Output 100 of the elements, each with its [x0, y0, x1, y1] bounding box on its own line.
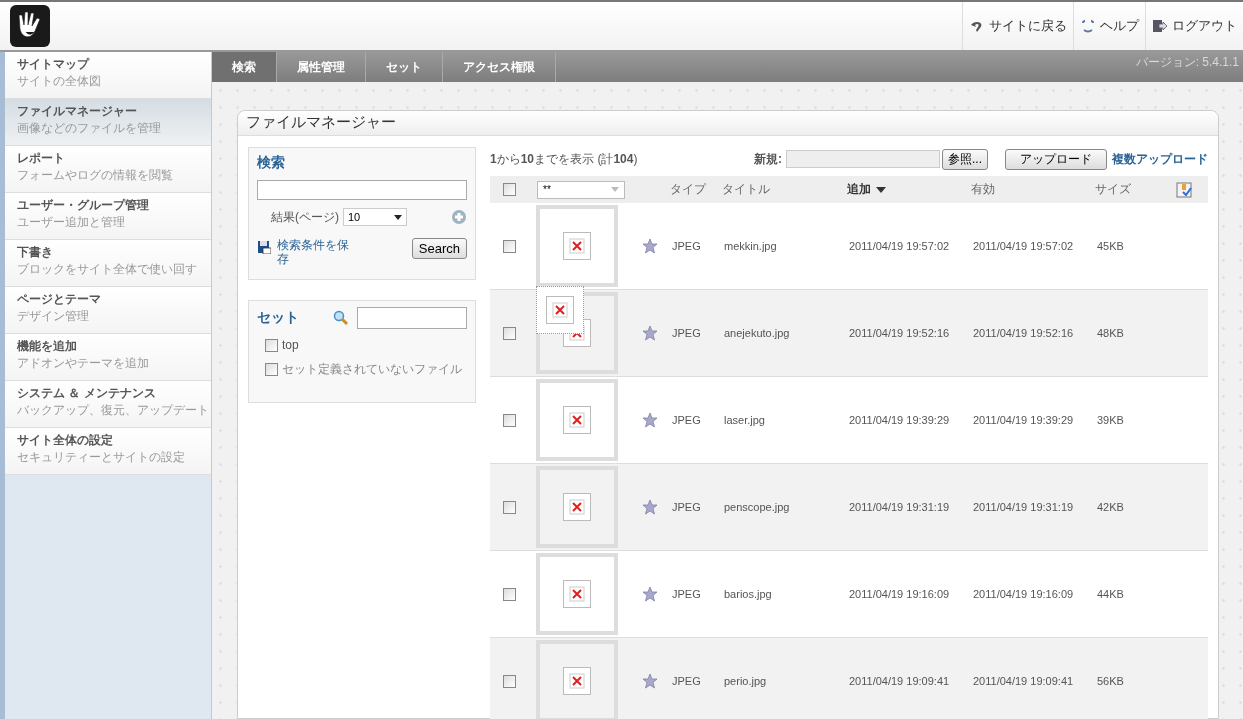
version-label: バージョン: 5.4.1.1	[1135, 54, 1240, 71]
thumbnail-frame[interactable]	[536, 640, 618, 719]
table-row[interactable]: JPEG barios.jpg 2011/04/19 19:16:09 2011/04/19 19:16:09 44KB	[490, 551, 1208, 638]
column-header[interactable]: タイプ	[666, 181, 706, 198]
checkbox[interactable]	[502, 587, 516, 601]
sidebar-item[interactable]: ページとテーマ デザイン管理	[5, 287, 211, 334]
hand-logo-icon[interactable]	[10, 5, 50, 47]
sidebar-item-title: ページとテーマ	[17, 291, 101, 308]
checkbox[interactable]	[502, 326, 516, 340]
thumbnail-frame[interactable]	[536, 553, 618, 635]
sidebar-item[interactable]: サイト全体の設定 セキュリティーとサイトの設定	[5, 428, 211, 475]
checkbox[interactable]	[502, 413, 516, 427]
star-icon[interactable]	[642, 325, 658, 341]
file-path-field[interactable]	[786, 150, 940, 168]
sidebar-item-subtitle: フォームやログの情報を閲覧	[17, 167, 173, 184]
type-cell-text: JPEG	[671, 501, 701, 513]
help-icon	[1080, 18, 1096, 34]
thumbnail-frame[interactable]	[536, 205, 618, 287]
save-search-link[interactable]: 検索条件を保存	[277, 238, 353, 266]
star-icon[interactable]	[642, 673, 658, 689]
sidebar-item-subtitle: サイトの全体図	[17, 73, 101, 90]
star-icon[interactable]	[642, 499, 658, 515]
broken-image-icon	[563, 580, 591, 608]
thumbnail-frame[interactable]	[536, 379, 618, 461]
checkbox[interactable]	[265, 338, 278, 352]
search-icon[interactable]	[333, 310, 349, 326]
select-all-checkbox[interactable]	[502, 183, 516, 196]
tab[interactable]: 検索	[212, 52, 277, 82]
table-row[interactable]: JPEG penscope.jpg 2011/04/19 19:31:19 2011/04/19 19:31:19 42KB	[490, 464, 1208, 551]
table-row[interactable]: JPEG perio.jpg 2011/04/19 19:09:41 2011/04/19 19:09:41 56KB	[490, 638, 1208, 719]
sidebar-item[interactable]: システム ＆ メンテナンス バックアップ、復元、アップデート	[5, 381, 211, 428]
star-icon[interactable]	[642, 238, 658, 254]
upload-button[interactable]: アップロード	[1005, 148, 1107, 170]
sidebar-item[interactable]: 機能を追加 アドオンやテーマを追加	[5, 334, 211, 381]
checkbox[interactable]	[265, 363, 278, 376]
size-cell-text: 39KB	[1096, 414, 1124, 426]
title-cell-text: penscope.jpg	[723, 501, 790, 513]
table-row[interactable]: JPEG laser.jpg 2011/04/19 19:39:29 2011/04/19 19:39:29 39KB	[490, 377, 1208, 464]
broken-image-icon	[546, 296, 574, 324]
star-icon[interactable]	[642, 412, 658, 428]
active-date-cell-text: 2011/04/19 19:16:09	[972, 588, 1074, 600]
search-heading: 検索	[257, 154, 286, 172]
size-cell-text: 56KB	[1096, 675, 1124, 687]
add-icon[interactable]	[451, 209, 467, 225]
added-date-cell-text: 2011/04/19 19:09:41	[848, 675, 950, 687]
sidebar-item[interactable]: レポート フォームやログの情報を閲覧	[5, 146, 211, 193]
column-header[interactable]: 追加	[843, 181, 886, 198]
checkbox[interactable]	[502, 674, 516, 688]
multi-upload-link[interactable]: 複数アップロード	[1112, 150, 1208, 168]
search-button[interactable]: Search	[411, 238, 467, 259]
size-cell-text: 45KB	[1096, 240, 1124, 252]
panel-title: ファイルマネージャー	[238, 111, 1218, 136]
sets-heading: セット	[257, 309, 299, 327]
type-cell-text: JPEG	[671, 327, 701, 339]
sidebar-item-subtitle: セキュリティーとサイトの設定	[17, 449, 185, 466]
added-date-cell-text: 2011/04/19 19:39:29	[848, 414, 950, 426]
added-date-cell-text: 2011/04/19 19:31:19	[848, 501, 950, 513]
title-cell-text: barios.jpg	[723, 588, 772, 600]
thumbnail-frame[interactable]	[536, 466, 618, 548]
broken-image-icon	[563, 667, 591, 695]
sidebar-item-title: サイトマップ	[17, 56, 89, 73]
added-date-cell-text: 2011/04/19 19:57:02	[848, 240, 950, 252]
sidebar-item-title: 下書き	[17, 244, 53, 261]
header-link[interactable]: ヘルプ	[1073, 2, 1145, 50]
type-cell-text: JPEG	[671, 240, 701, 252]
column-header[interactable]: サイズ	[1091, 181, 1131, 198]
star-icon[interactable]	[642, 586, 658, 602]
set-option-label: top	[282, 338, 299, 352]
size-cell-text: 44KB	[1096, 588, 1124, 600]
column-settings-icon[interactable]	[1176, 181, 1192, 198]
header-link[interactable]: サイトに戻る	[962, 2, 1073, 50]
active-date-cell-text: 2011/04/19 19:57:02	[972, 240, 1074, 252]
added-date-cell-text: 2011/04/19 19:52:16	[848, 327, 950, 339]
checkbox[interactable]	[502, 500, 516, 514]
sidebar-item-title: ユーザー・グループ管理	[17, 197, 149, 214]
column-header[interactable]: タイトル	[718, 181, 770, 198]
added-date-cell-text: 2011/04/19 19:16:09	[848, 588, 950, 600]
type-cell-text: JPEG	[671, 675, 701, 687]
sidebar-item[interactable]: サイトマップ サイトの全体図	[5, 52, 211, 99]
type-cell-text: JPEG	[671, 414, 701, 426]
set-filter-field[interactable]	[357, 307, 467, 329]
title-cell-text: perio.jpg	[723, 675, 767, 687]
active-date-cell-text: 2011/04/19 19:39:29	[972, 414, 1074, 426]
browse-button[interactable]: 参照...	[942, 148, 988, 170]
title-cell-text: anejekuto.jpg	[723, 327, 790, 339]
sidebar-item[interactable]: ユーザー・グループ管理 ユーザー追加と管理	[5, 193, 211, 240]
sidebar-item[interactable]: ファイルマネージャー 画像などのファイルを管理	[5, 99, 211, 146]
broken-image-icon	[563, 232, 591, 260]
new-file-label: 新規:	[754, 150, 782, 168]
column-header[interactable]: 有効	[967, 181, 995, 198]
per-page-select[interactable]: 10	[343, 208, 407, 226]
search-field[interactable]	[257, 180, 467, 200]
title-cell-text: laser.jpg	[723, 414, 765, 426]
checkbox[interactable]	[502, 239, 516, 253]
header-link[interactable]: ログアウト	[1145, 2, 1243, 50]
sidebar-item[interactable]: 下書き ブロックをサイト全体で使い回す	[5, 240, 211, 287]
filter-select[interactable]: **	[537, 180, 625, 199]
active-date-cell-text: 2011/04/19 19:31:19	[972, 501, 1074, 513]
logout-icon	[1152, 18, 1168, 34]
active-date-cell-text: 2011/04/19 19:52:16	[972, 327, 1074, 339]
